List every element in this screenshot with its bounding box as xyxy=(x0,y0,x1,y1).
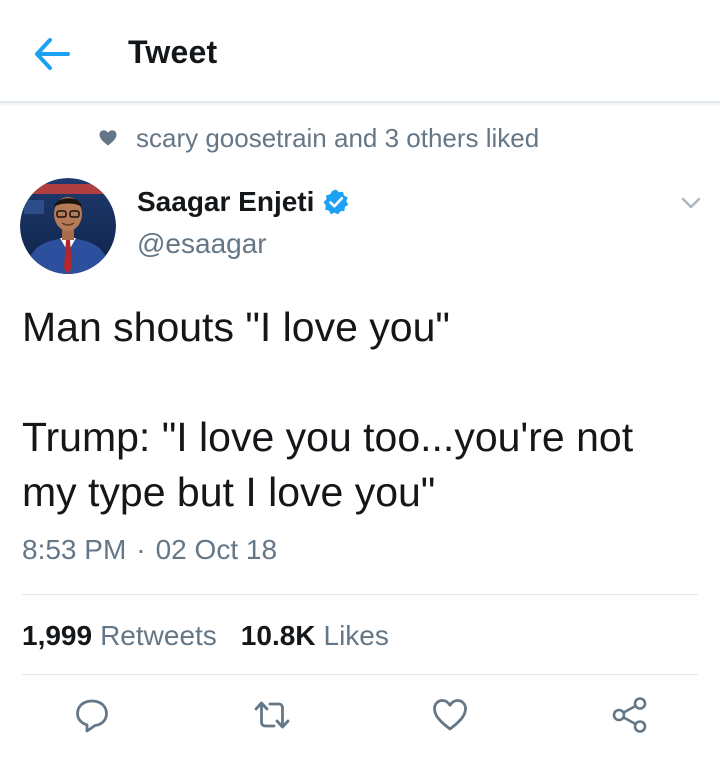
tweet-line: Trump: "I love you too...you're not xyxy=(22,414,634,460)
tweet-date: 02 Oct 18 xyxy=(155,534,278,565)
reply-icon xyxy=(76,699,108,733)
social-context[interactable]: scary goosetrain and 3 others liked xyxy=(98,122,539,154)
tweet-line: Man shouts "I love you" xyxy=(22,304,450,350)
header-bar: Tweet xyxy=(0,0,720,103)
retweet-button[interactable] xyxy=(252,695,292,735)
retweets-stat[interactable]: 1,999 Retweets xyxy=(22,620,217,652)
timestamp-separator: · xyxy=(136,534,146,565)
likes-label: Likes xyxy=(323,620,389,651)
heart-icon xyxy=(99,130,117,146)
avatar-image xyxy=(20,178,116,274)
tweet-text: Man shouts "I love you" Trump: "I love y… xyxy=(22,300,702,520)
divider xyxy=(22,674,698,675)
page-title: Tweet xyxy=(128,34,218,70)
like-icon xyxy=(433,699,467,731)
social-context-text: scary goosetrain and 3 others liked xyxy=(136,122,540,153)
back-button[interactable] xyxy=(30,34,74,74)
author-name[interactable]: Saagar Enjeti xyxy=(137,186,350,218)
author-name-text: Saagar Enjeti xyxy=(137,186,315,217)
likes-count: 10.8K xyxy=(240,620,316,651)
author-handle[interactable]: @esaagar xyxy=(137,228,267,260)
share-button[interactable] xyxy=(610,695,650,735)
share-icon xyxy=(612,697,647,733)
tweet-stats: 1,999 Retweets 10.8K Likes xyxy=(22,616,389,656)
chevron-down-icon xyxy=(681,197,701,209)
verified-badge-icon xyxy=(324,189,349,215)
like-button[interactable] xyxy=(430,695,470,735)
more-options-button[interactable] xyxy=(678,190,704,216)
avatar[interactable] xyxy=(20,178,116,274)
reply-button[interactable] xyxy=(72,695,112,735)
retweets-label: Retweets xyxy=(100,620,217,651)
retweet-icon xyxy=(254,701,290,729)
tweet-timestamp: 8:53 PM · 02 Oct 18 xyxy=(22,534,277,566)
arrow-left-icon xyxy=(35,38,70,70)
tweet-time: 8:53 PM xyxy=(22,534,127,565)
divider xyxy=(22,594,698,595)
likes-stat[interactable]: 10.8K Likes xyxy=(241,620,389,652)
retweets-count: 1,999 xyxy=(22,620,93,651)
tweet-line: my type but I love you" xyxy=(22,469,436,515)
